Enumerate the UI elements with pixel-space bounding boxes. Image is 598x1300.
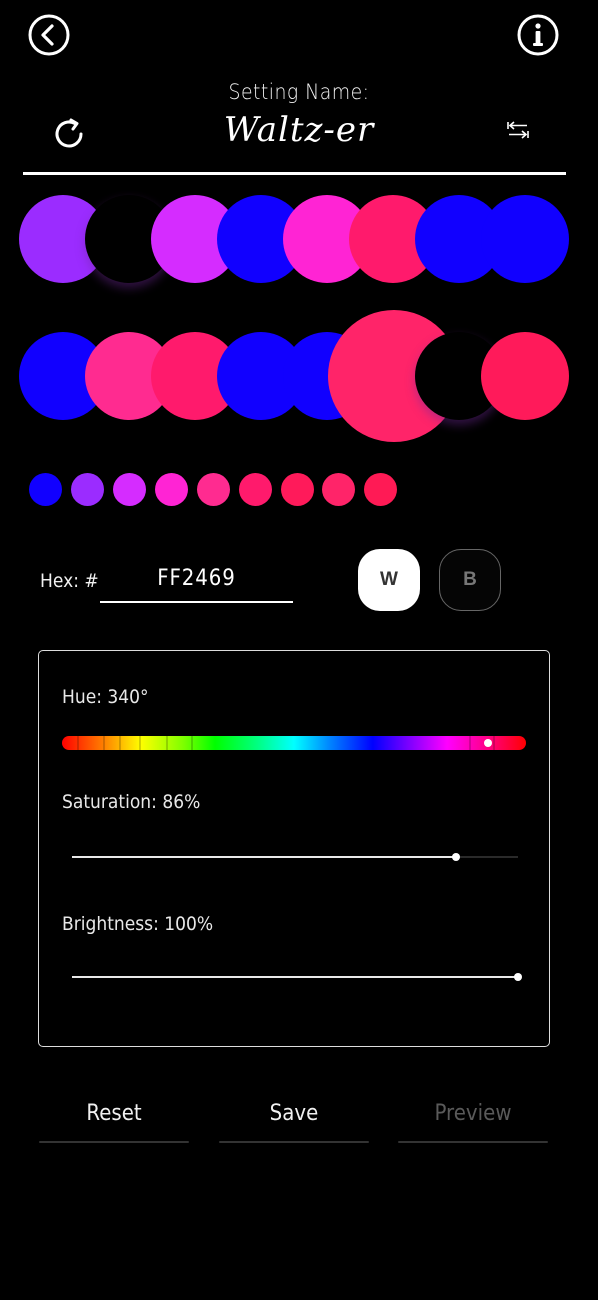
save-button[interactable]: Save <box>219 1093 369 1143</box>
back-arrow-circle-icon[interactable] <box>27 13 71 57</box>
reset-button-underline <box>39 1141 189 1143</box>
color-chip[interactable] <box>364 473 397 506</box>
color-chip[interactable] <box>29 473 62 506</box>
save-button-underline <box>219 1141 369 1143</box>
brightness-slider-thumb[interactable] <box>514 973 522 981</box>
palette-dot[interactable] <box>481 195 569 283</box>
saturation-label: Saturation: 86% <box>62 791 201 813</box>
color-chip[interactable] <box>197 473 230 506</box>
header-divider <box>23 172 566 175</box>
preview-button[interactable]: Preview <box>398 1093 548 1143</box>
reset-button[interactable]: Reset <box>39 1093 189 1143</box>
saturation-slider-fill <box>72 856 456 858</box>
color-chip[interactable] <box>281 473 314 506</box>
hex-label: Hex: # <box>40 570 99 592</box>
color-controls-panel <box>38 650 550 1047</box>
color-chip[interactable] <box>239 473 272 506</box>
save-button-label: Save <box>269 1101 319 1126</box>
color-chip[interactable] <box>155 473 188 506</box>
reset-button-label: Reset <box>86 1101 142 1126</box>
hue-label: Hue: 340° <box>62 686 149 708</box>
white-mode-button[interactable]: W <box>358 549 420 611</box>
preview-button-label: Preview <box>434 1101 512 1126</box>
black-mode-button[interactable]: B <box>439 549 501 611</box>
setting-name-value[interactable]: Waltz-er <box>0 110 598 150</box>
info-circle-icon[interactable] <box>516 13 560 57</box>
preview-button-underline <box>398 1141 548 1143</box>
hue-slider-ticks <box>77 736 495 750</box>
brightness-slider-fill <box>72 976 518 978</box>
setting-name-label: Setting Name: <box>228 80 370 104</box>
color-chip[interactable] <box>322 473 355 506</box>
hex-input-underline <box>100 601 293 603</box>
brightness-label: Brightness: 100% <box>62 913 214 935</box>
saturation-slider-thumb[interactable] <box>451 853 460 861</box>
palette-dot[interactable] <box>481 332 569 420</box>
hex-input[interactable]: FF2469 <box>110 566 284 591</box>
color-chip[interactable] <box>71 473 104 506</box>
hue-slider-thumb[interactable] <box>483 739 492 747</box>
color-chip[interactable] <box>113 473 146 506</box>
hue-slider[interactable] <box>62 736 526 750</box>
